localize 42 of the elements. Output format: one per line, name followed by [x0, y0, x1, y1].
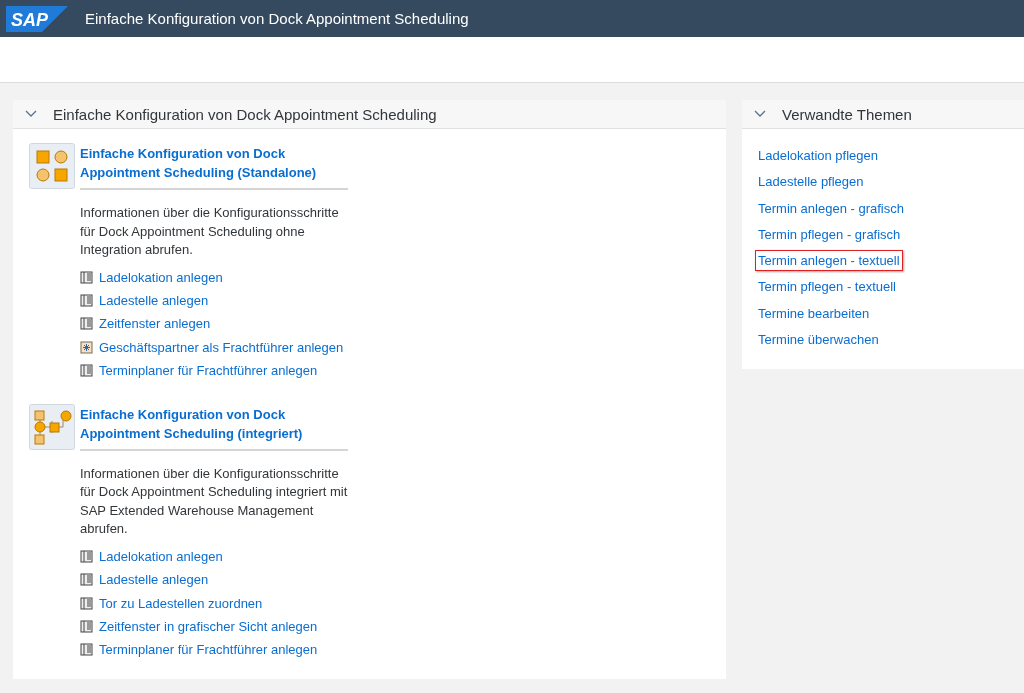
- group-title-link[interactable]: Einfache Konfiguration von Dock Appointment Scheduling (Standalone): [80, 143, 348, 190]
- task-link[interactable]: Ladestelle anlegen: [99, 292, 209, 308]
- related-topic-link[interactable]: Ladelokation pflegen: [755, 145, 881, 166]
- group-description: Informationen über die Konfigurationsschritte für Dock Appointment Scheduling ohne Integration abrufen.: [80, 204, 340, 259]
- related-topic-link[interactable]: Termine bearbeiten: [755, 302, 873, 324]
- document-icon: [80, 573, 93, 587]
- group-title-link[interactable]: Einfache Konfiguration von Dock Appointment Scheduling (integriert): [80, 404, 348, 451]
- document-icon: [80, 317, 93, 331]
- task-link[interactable]: Zeitfenster in grafischer Sicht anlegen: [99, 619, 318, 634]
- flow-diagram-icon: [29, 404, 75, 450]
- document-icon: [80, 363, 93, 377]
- task-link[interactable]: Zeitfenster anlegen: [99, 316, 211, 332]
- sap-logo: SAP: [6, 5, 68, 32]
- chevron-down-icon[interactable]: [25, 109, 37, 119]
- task-link[interactable]: Ladelokation anlegen: [99, 549, 223, 565]
- panel-header[interactable]: Verwandte Themen: [742, 100, 1024, 129]
- related-topic-link[interactable]: Termin pflegen - grafisch: [755, 223, 904, 245]
- panel-header[interactable]: Einfache Konfiguration von Dock Appointment Scheduling: [13, 100, 726, 129]
- group-description: Informationen über die Konfigurationsschritte für Dock Appointment Scheduling integriert mit SAP Extended Warehouse Management abrufen.: [80, 465, 348, 539]
- star-square-icon: [80, 340, 93, 354]
- document-icon: [80, 596, 93, 610]
- task-link[interactable]: Ladelokation anlegen: [99, 269, 223, 285]
- document-icon: [80, 293, 93, 307]
- related-topic-link[interactable]: Termin pflegen - textuell: [755, 276, 899, 298]
- task-link[interactable]: Tor zu Ladestellen zuordnen: [99, 595, 263, 611]
- task-link[interactable]: Terminplaner für Frachtführer anlegen: [99, 362, 318, 378]
- related-topic-link[interactable]: Termin anlegen - textuell: [755, 250, 903, 272]
- document-icon: [80, 270, 93, 284]
- related-topic-link[interactable]: Termine überwachen: [755, 329, 882, 351]
- document-icon: [80, 550, 93, 564]
- task-link[interactable]: Ladestelle anlegen: [99, 572, 209, 588]
- shapes-grid-icon: [29, 143, 75, 189]
- document-icon: [80, 643, 93, 657]
- window-title: Einfache Konfiguration von Dock Appointment Scheduling: [85, 10, 469, 27]
- panel-title: Verwandte Themen: [782, 105, 912, 123]
- task-link[interactable]: Geschäftspartner als Frachtführer anlegen: [99, 339, 344, 355]
- document-icon: [80, 620, 93, 633]
- panel-title: Einfache Konfiguration von Dock Appointment Scheduling: [53, 105, 437, 123]
- chevron-down-icon[interactable]: [754, 109, 766, 119]
- related-topic-link[interactable]: Ladestelle pflegen: [755, 171, 867, 193]
- task-link[interactable]: Terminplaner für Frachtführer anlegen: [99, 642, 318, 658]
- related-topic-link[interactable]: Termin anlegen - grafisch: [755, 197, 907, 219]
